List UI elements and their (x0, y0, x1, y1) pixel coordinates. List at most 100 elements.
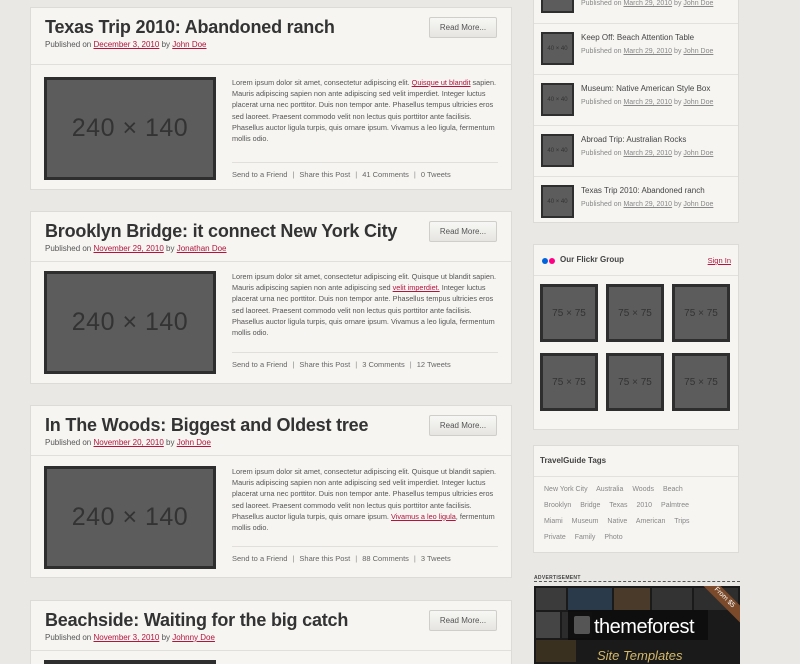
published-label: Published on (581, 48, 622, 55)
sign-in-link[interactable]: Sign In (708, 256, 731, 265)
tag-link[interactable]: Museum (572, 518, 599, 525)
post: In The Woods: Biggest and Oldest tree Pu… (30, 405, 512, 578)
tag-link[interactable]: Palmtree (661, 502, 689, 509)
recent-title[interactable]: Museum: Native American Style Box (581, 84, 710, 93)
recent-date-link[interactable]: March 29, 2010 (623, 48, 672, 55)
tag-link[interactable]: Texas (609, 502, 627, 509)
recent-date-link[interactable]: March 29, 2010 (623, 99, 672, 106)
read-more-button[interactable]: Read More... (429, 415, 497, 436)
post-author-link[interactable]: Johnny Doe (172, 633, 215, 642)
post-thumbnail[interactable]: 240 × 140 (44, 271, 216, 374)
recent-thumbnail[interactable]: 40 × 40 (541, 32, 574, 65)
recent-date-link[interactable]: March 29, 2010 (623, 201, 672, 208)
recent-author-link[interactable]: John Doe (683, 201, 713, 208)
share-post-link[interactable]: Share this Post (299, 554, 350, 563)
post-thumbnail[interactable]: 240 × 140 (44, 77, 216, 180)
recent-author-link[interactable]: John Doe (683, 0, 713, 7)
by-label: by (674, 99, 682, 106)
flickr-photo[interactable]: 75 × 75 (540, 284, 598, 342)
list-item[interactable]: 40 × 40 Published on March 29, 2010 by J… (534, 0, 738, 24)
read-more-button[interactable]: Read More... (429, 610, 497, 631)
excerpt-link[interactable]: Vivamus a leo ligula (391, 512, 456, 521)
tag-link[interactable]: American (636, 518, 666, 525)
post-excerpt: Lorem ipsum dolor sit amet, consectetur … (232, 77, 498, 144)
post-date-link[interactable]: November 20, 2010 (94, 438, 164, 447)
published-label: Published on (45, 40, 92, 49)
published-label: Published on (581, 201, 622, 208)
tag-link[interactable]: New York City (544, 486, 588, 493)
recent-author-link[interactable]: John Doe (683, 150, 713, 157)
recent-author-link[interactable]: John Doe (683, 48, 713, 55)
flickr-photo[interactable]: 75 × 75 (606, 284, 664, 342)
recent-thumbnail[interactable]: 40 × 40 (541, 83, 574, 116)
share-post-link[interactable]: Share this Post (299, 360, 350, 369)
comments-link[interactable]: 3 Comments (362, 360, 405, 369)
tag-link[interactable]: Photo (604, 534, 622, 541)
list-item[interactable]: 40 × 40 Museum: Native American Style Bo… (534, 75, 738, 126)
tag-link[interactable]: Trips (674, 518, 689, 525)
send-to-friend-link[interactable]: Send to a Friend (232, 170, 287, 179)
read-more-button[interactable]: Read More... (429, 221, 497, 242)
recent-title[interactable]: Abroad Trip: Australian Rocks (581, 135, 686, 144)
widget-header: TravelGuide Tags (534, 446, 738, 477)
post-author-link[interactable]: John Doe (172, 40, 206, 49)
post-meta: Published on December 3, 2010 by John Do… (45, 40, 511, 49)
advertisement-banner[interactable]: themeforest Site Templates From $5 (534, 586, 740, 664)
send-to-friend-link[interactable]: Send to a Friend (232, 554, 287, 563)
tweets-link[interactable]: 0 Tweets (421, 170, 451, 179)
by-label: by (674, 0, 682, 7)
flickr-photo[interactable]: 75 × 75 (672, 353, 730, 411)
list-item[interactable]: 40 × 40 Texas Trip 2010: Abandoned ranch… (534, 177, 738, 228)
by-label: by (161, 633, 171, 642)
recent-date-link[interactable]: March 29, 2010 (623, 150, 672, 157)
tag-link[interactable]: Native (607, 518, 627, 525)
flickr-photo[interactable]: 75 × 75 (540, 353, 598, 411)
recent-posts-widget: 40 × 40 Published on March 29, 2010 by J… (533, 0, 739, 223)
recent-date-link[interactable]: March 29, 2010 (623, 0, 672, 7)
list-item[interactable]: 40 × 40 Keep Off: Beach Attention Table … (534, 24, 738, 75)
tag-link[interactable]: Family (575, 534, 596, 541)
post-date-link[interactable]: November 3, 2010 (94, 633, 160, 642)
post-date-link[interactable]: November 29, 2010 (94, 244, 164, 253)
published-label: Published on (581, 99, 622, 106)
comments-link[interactable]: 41 Comments (362, 170, 409, 179)
tag-link[interactable]: Australia (596, 486, 623, 493)
excerpt-text: Lorem ipsum dolor sit amet, consectetur … (232, 78, 410, 87)
flickr-photo[interactable]: 75 × 75 (606, 353, 664, 411)
share-post-link[interactable]: Share this Post (299, 170, 350, 179)
send-to-friend-link[interactable]: Send to a Friend (232, 360, 287, 369)
post-thumbnail[interactable] (44, 660, 216, 664)
by-label: by (166, 438, 175, 447)
tag-link[interactable]: Bridge (580, 502, 600, 509)
ad-brand-text: themeforest (594, 616, 695, 638)
post-author-link[interactable]: Jonathan Doe (177, 244, 227, 253)
excerpt-text: sapien. Mauris adipiscing sapien non ant… (232, 78, 497, 144)
excerpt-link[interactable]: velit imperdiet. (393, 283, 440, 292)
read-more-button[interactable]: Read More... (429, 17, 497, 38)
recent-author-link[interactable]: John Doe (683, 99, 713, 106)
list-item[interactable]: 40 × 40 Abroad Trip: Australian Rocks Pu… (534, 126, 738, 177)
recent-thumbnail[interactable]: 40 × 40 (541, 134, 574, 167)
tag-link[interactable]: Miami (544, 518, 563, 525)
tag-link[interactable]: Brooklyn (544, 502, 571, 509)
post-date-link[interactable]: December 3, 2010 (94, 40, 160, 49)
post-meta: Published on November 3, 2010 by Johnny … (45, 633, 511, 642)
excerpt-link[interactable]: Quisque ut blandit (412, 78, 471, 87)
post-author-link[interactable]: John Doe (177, 438, 211, 447)
post-body: 240 × 140 Lorem ipsum dolor sit amet, co… (31, 262, 511, 390)
tweets-link[interactable]: 3 Tweets (421, 554, 451, 563)
tag-link[interactable]: 2010 (637, 502, 653, 509)
by-label: by (674, 48, 682, 55)
comments-link[interactable]: 88 Comments (362, 554, 409, 563)
tag-link[interactable]: Woods (632, 486, 654, 493)
flickr-photo[interactable]: 75 × 75 (672, 284, 730, 342)
recent-title[interactable]: Keep Off: Beach Attention Table (581, 33, 694, 42)
recent-thumbnail[interactable]: 40 × 40 (541, 185, 574, 218)
recent-title[interactable]: Texas Trip 2010: Abandoned ranch (581, 186, 705, 195)
tweets-link[interactable]: 12 Tweets (417, 360, 451, 369)
tag-link[interactable]: Beach (663, 486, 683, 493)
post-thumbnail[interactable]: 240 × 140 (44, 466, 216, 569)
recent-thumbnail[interactable]: 40 × 40 (541, 0, 574, 13)
tag-link[interactable]: Private (544, 534, 566, 541)
published-label: Published on (581, 150, 622, 157)
